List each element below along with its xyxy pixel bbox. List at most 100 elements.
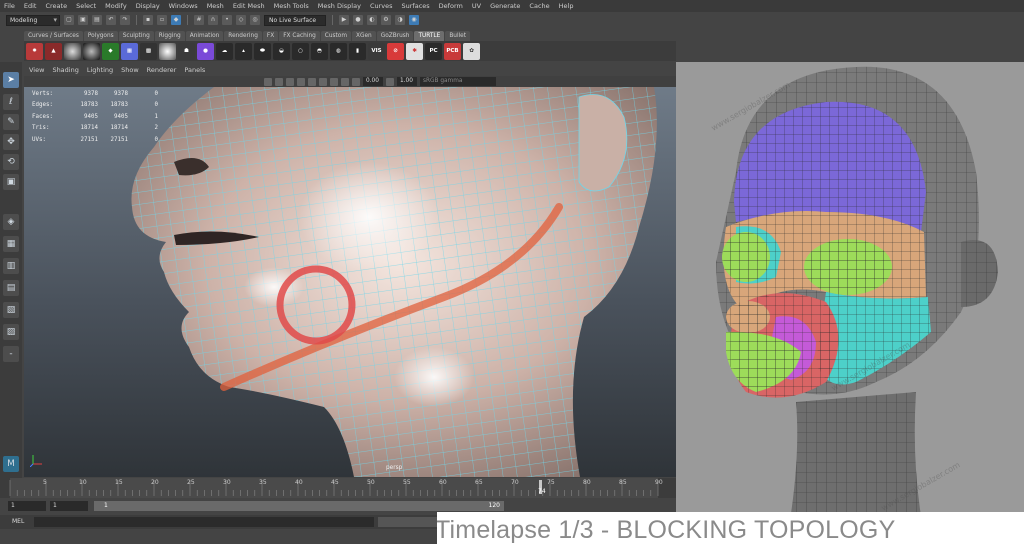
- cloud-icon[interactable]: ☁: [216, 42, 233, 60]
- checker-icon[interactable]: ▩: [140, 42, 157, 60]
- move-tool-icon[interactable]: ✥: [3, 134, 19, 150]
- gamma-icon[interactable]: [386, 77, 394, 86]
- menu-edit-mesh[interactable]: Edit Mesh: [233, 2, 265, 10]
- rotate-tool-icon[interactable]: ⟲: [3, 154, 19, 170]
- menu-mesh-display[interactable]: Mesh Display: [318, 2, 361, 10]
- texture-icon[interactable]: ▦: [121, 42, 138, 60]
- render-globe-icon[interactable]: ◉: [409, 15, 419, 25]
- viewport-menu-renderer[interactable]: Renderer: [147, 66, 177, 74]
- xray-icon[interactable]: [341, 77, 349, 86]
- viewport-menu-view[interactable]: View: [29, 66, 44, 74]
- live-surface-field[interactable]: No Live Surface: [264, 14, 326, 26]
- exposure-icon[interactable]: [352, 77, 360, 86]
- pcb-icon[interactable]: PCB: [444, 42, 461, 60]
- snap-point-icon[interactable]: •: [222, 15, 232, 25]
- menu-mesh[interactable]: Mesh: [207, 2, 224, 10]
- ao-icon[interactable]: [319, 77, 327, 86]
- light-sphere-icon[interactable]: ●: [197, 42, 214, 60]
- menu-select[interactable]: Select: [76, 2, 96, 10]
- snap-grid-icon[interactable]: #: [194, 15, 204, 25]
- flower-icon[interactable]: ✿: [463, 42, 480, 60]
- mode-selector[interactable]: Modeling: [6, 14, 60, 26]
- menu-edit[interactable]: Edit: [24, 2, 37, 10]
- isolate-icon[interactable]: [330, 77, 338, 86]
- bake-icon[interactable]: ✹: [26, 42, 43, 60]
- shaded-sphere-icon[interactable]: [83, 42, 100, 60]
- gear-red-icon[interactable]: ✱: [406, 42, 423, 60]
- pc-icon[interactable]: PC: [425, 42, 442, 60]
- dome-icon[interactable]: ◒: [273, 42, 290, 60]
- mel-input[interactable]: [34, 517, 374, 527]
- new-scene-icon[interactable]: ▢: [64, 15, 74, 25]
- playback-start-field[interactable]: 1: [50, 501, 88, 511]
- tab-xgen[interactable]: XGen: [352, 31, 376, 41]
- tab-custom[interactable]: Custom: [320, 31, 352, 41]
- shapes-icon[interactable]: ▴: [235, 42, 252, 60]
- make-live-icon[interactable]: ◎: [250, 15, 260, 25]
- viewport-menu-show[interactable]: Show: [121, 66, 139, 74]
- snap-surface-icon[interactable]: ◇: [236, 15, 246, 25]
- mel-label[interactable]: MEL: [12, 518, 24, 525]
- render-settings-icon[interactable]: ⚙: [381, 15, 391, 25]
- outliner-layout-icon[interactable]: ▤: [3, 280, 19, 296]
- time-slider[interactable]: 5 10 15 20 25 30 35 40 45 50 55 60 65 70 75 80 85 90 74: [0, 478, 676, 498]
- viewport-menu-shading[interactable]: Shading: [52, 66, 78, 74]
- menu-surfaces[interactable]: Surfaces: [402, 2, 430, 10]
- scale-tool-icon[interactable]: ▣: [3, 174, 19, 190]
- select-hierarchy-icon[interactable]: ▪: [143, 15, 153, 25]
- tab-bullet[interactable]: Bullet: [445, 31, 471, 41]
- tab-rendering[interactable]: Rendering: [224, 31, 262, 41]
- open-scene-icon[interactable]: ▣: [78, 15, 88, 25]
- lights-icon[interactable]: [297, 77, 305, 86]
- undo-icon[interactable]: ↶: [106, 15, 116, 25]
- color-space-select[interactable]: sRGB gamma: [420, 77, 496, 86]
- range-bar[interactable]: 1 120: [94, 501, 504, 511]
- snap-curve-icon[interactable]: ∩: [208, 15, 218, 25]
- menu-generate[interactable]: Generate: [490, 2, 520, 10]
- viewport-menu-lighting[interactable]: Lighting: [87, 66, 113, 74]
- collapse-icon[interactable]: -: [3, 346, 19, 362]
- redo-icon[interactable]: ↷: [120, 15, 130, 25]
- wireframe-icon[interactable]: [264, 77, 272, 86]
- tab-turtle[interactable]: TURTLE: [414, 31, 445, 41]
- menu-create[interactable]: Create: [45, 2, 67, 10]
- menu-modify[interactable]: Modify: [105, 2, 127, 10]
- surface-transfer-icon[interactable]: ◆: [102, 42, 119, 60]
- mesh-sphere-icon[interactable]: ◍: [330, 42, 347, 60]
- select-tool-icon[interactable]: ➤: [3, 72, 19, 88]
- lasso-tool-icon[interactable]: ℓ: [3, 94, 19, 110]
- textured-icon[interactable]: [286, 77, 294, 86]
- blob-icon[interactable]: ⬬: [254, 42, 271, 60]
- ipr-render-icon[interactable]: ◐: [367, 15, 377, 25]
- menu-uv[interactable]: UV: [472, 2, 481, 10]
- graph-layout-icon[interactable]: ▧: [3, 302, 19, 318]
- tab-sculpting[interactable]: Sculpting: [118, 31, 154, 41]
- select-object-icon[interactable]: ▫: [157, 15, 167, 25]
- menu-windows[interactable]: Windows: [169, 2, 198, 10]
- tab-curves-surfaces[interactable]: Curves / Surfaces: [24, 31, 83, 41]
- save-scene-icon[interactable]: ▤: [92, 15, 102, 25]
- no-entry-icon[interactable]: ⊘: [387, 42, 404, 60]
- silhouette-icon[interactable]: ☗: [178, 42, 195, 60]
- menu-display[interactable]: Display: [136, 2, 160, 10]
- two-view-icon[interactable]: ▥: [3, 258, 19, 274]
- tab-animation[interactable]: Animation: [185, 31, 224, 41]
- tab-fx-caching[interactable]: FX Caching: [279, 31, 320, 41]
- vis-icon[interactable]: VIS: [368, 42, 385, 60]
- menu-help[interactable]: Help: [559, 2, 574, 10]
- render-icon[interactable]: ▲: [45, 42, 62, 60]
- viewport-persp[interactable]: Verts: 9378 9378 0 Edges: 18783 18783 0 …: [24, 87, 676, 477]
- viewport-menu-panels[interactable]: Panels: [184, 66, 205, 74]
- shadows-icon[interactable]: [308, 77, 316, 86]
- smooth-shade-icon[interactable]: [275, 77, 283, 86]
- select-component-icon[interactable]: ◆: [171, 15, 181, 25]
- persp-graph-icon[interactable]: ▨: [3, 324, 19, 340]
- flat-sphere-icon[interactable]: ◓: [311, 42, 328, 60]
- hypershade-icon[interactable]: ◑: [395, 15, 405, 25]
- menu-curves[interactable]: Curves: [370, 2, 393, 10]
- tab-gozbrush[interactable]: GoZBrush: [376, 31, 414, 41]
- menu-file[interactable]: File: [4, 2, 15, 10]
- paint-select-icon[interactable]: ✎: [3, 114, 19, 130]
- single-view-icon[interactable]: ◈: [3, 214, 19, 230]
- tab-polygons[interactable]: Polygons: [83, 31, 118, 41]
